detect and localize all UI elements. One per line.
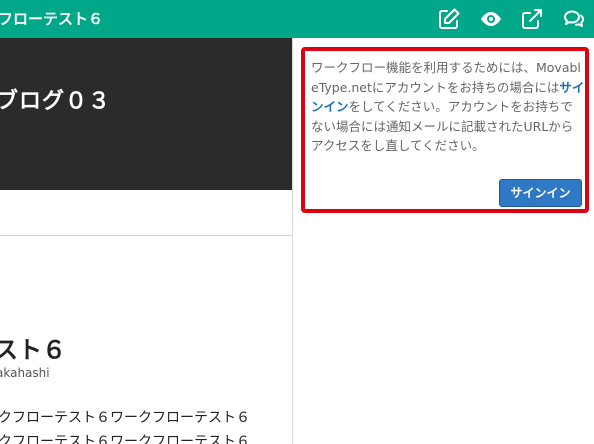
- edit-icon[interactable]: [437, 7, 461, 31]
- signin-notice: ワークフロー機能を利用するためには、MovableType.netにアカウントを…: [301, 47, 589, 213]
- signin-message: ワークフロー機能を利用するためには、MovableType.netにアカウントを…: [311, 58, 585, 156]
- comments-icon[interactable]: [562, 7, 586, 31]
- top-toolbar: フローテスト６: [0, 0, 594, 38]
- blog-header: ブログ０３: [0, 38, 292, 190]
- entry-title[interactable]: スト６: [0, 330, 66, 365]
- page-title: フローテスト６: [0, 10, 104, 28]
- signin-message-text: ワークフロー機能を利用するためには、MovableType.netにアカウントを…: [311, 60, 581, 95]
- eye-icon[interactable]: [479, 7, 503, 31]
- signin-message-text-2: をしてください。アカウントをお持ちでない場合には通知メールに記載されたURLから…: [311, 99, 574, 153]
- entry-body-line: クフローテスト６ワークフローテスト６: [0, 410, 250, 426]
- entry-body-line: クフローテスト６ワークフローテスト６: [0, 434, 250, 444]
- preview-pane: ブログ０３ スト６ akahashi クフローテスト６ワークフローテスト６ クフ…: [0, 38, 292, 444]
- blog-nav: [0, 190, 292, 236]
- external-link-icon[interactable]: [520, 7, 544, 31]
- signin-button[interactable]: サインイン: [499, 179, 582, 207]
- entry-author: akahashi: [0, 366, 50, 380]
- blog-title[interactable]: ブログ０３: [0, 83, 111, 115]
